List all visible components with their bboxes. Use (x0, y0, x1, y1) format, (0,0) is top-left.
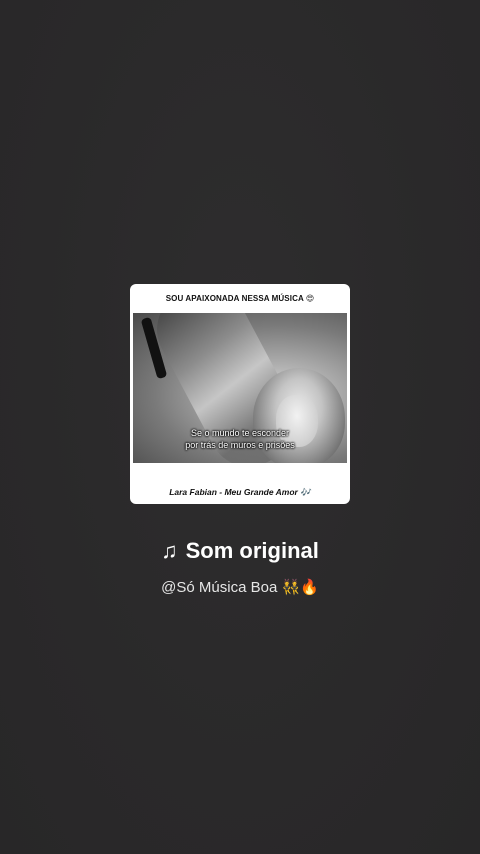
card-footer-text: Lara Fabian - Meu Grande Amor 🎶 (169, 486, 311, 497)
audio-cover-card[interactable]: SOU APAIXONADA NESSA MÚSICA 😍 Se o mundo… (130, 284, 350, 504)
music-note-icon: ♫ (161, 538, 178, 563)
card-header-text: SOU APAIXONADA NESSA MÚSICA 😍 (165, 293, 315, 303)
sound-title[interactable]: ♫ Som original (0, 538, 480, 564)
sound-author[interactable]: @Só Música Boa 👯🔥 (0, 578, 480, 596)
lyrics-line-1: Se o mundo te esconder (190, 428, 290, 438)
singer-photo: Se o mundo te esconder por trás de muros… (133, 313, 347, 463)
lyrics-subtitle: Se o mundo te esconder por trás de muros… (133, 427, 347, 451)
lyrics-line-2: por trás de muros e prisões (185, 440, 295, 450)
screen: SOU APAIXONADA NESSA MÚSICA 😍 Se o mundo… (0, 0, 480, 854)
sound-title-text: Som original (185, 538, 319, 563)
